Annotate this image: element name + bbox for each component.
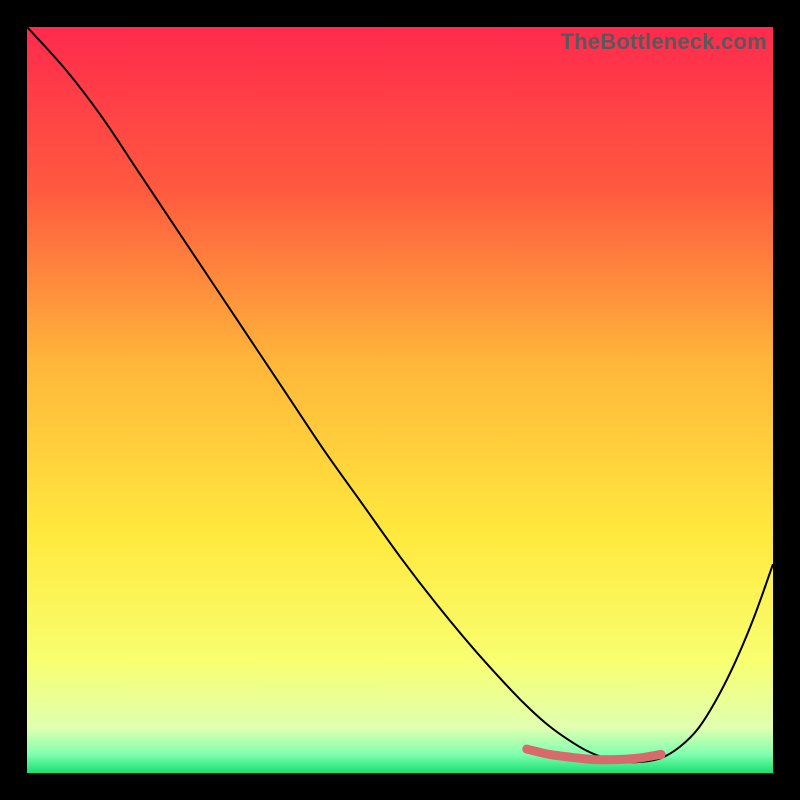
outer-frame: TheBottleneck.com	[0, 0, 800, 800]
watermark-label: TheBottleneck.com	[561, 29, 767, 55]
gradient-background	[27, 27, 773, 773]
chart-plot-area: TheBottleneck.com	[27, 27, 773, 773]
chart-svg	[27, 27, 773, 773]
